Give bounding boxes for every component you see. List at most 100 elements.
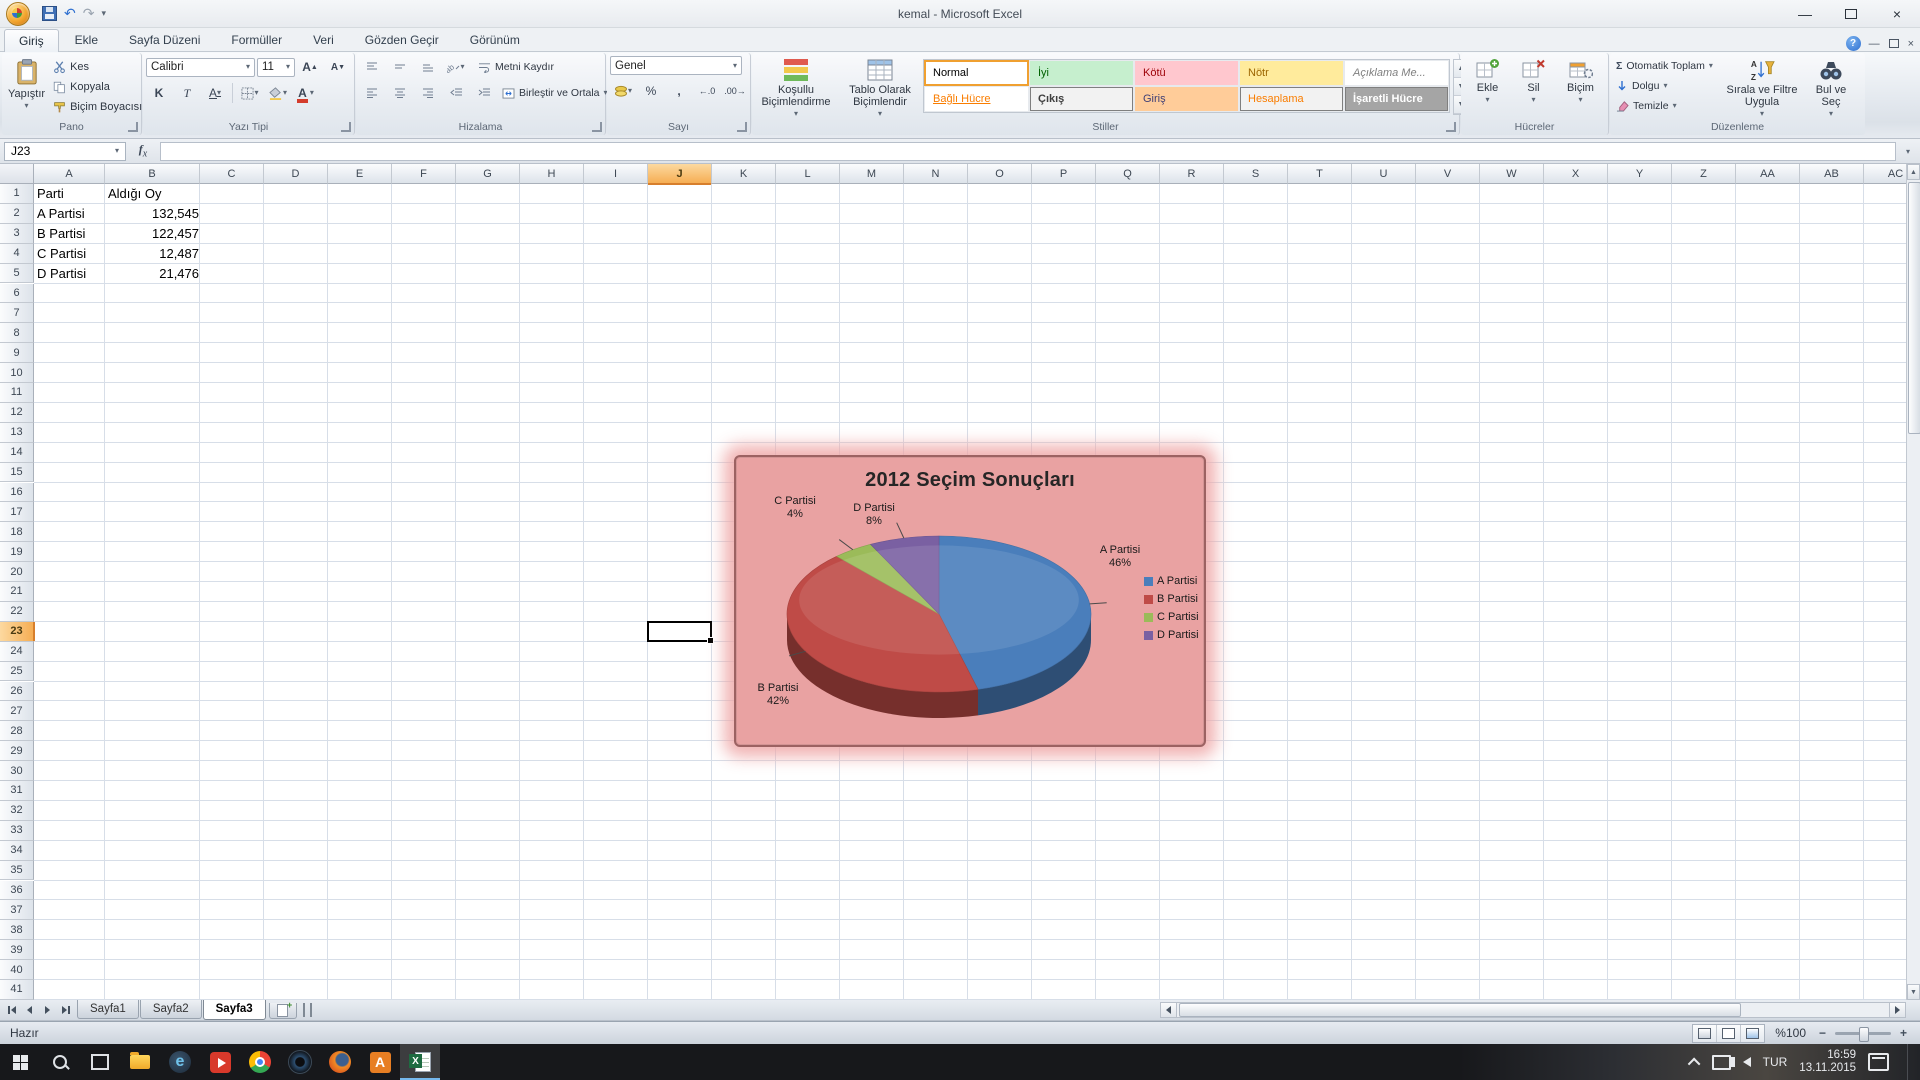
column-header-C[interactable]: C xyxy=(200,164,264,184)
column-header-Y[interactable]: Y xyxy=(1608,164,1672,184)
cell-style-item[interactable]: İyi xyxy=(1029,60,1134,86)
undo-icon[interactable]: ↶ xyxy=(64,5,76,22)
row-header-12[interactable]: 12 xyxy=(0,403,34,423)
font-color-button[interactable]: A▾ xyxy=(293,82,319,104)
row-header-11[interactable]: 11 xyxy=(0,383,34,403)
video-player-button[interactable] xyxy=(200,1044,240,1080)
clock[interactable]: 16:59 13.11.2015 xyxy=(1799,1049,1856,1075)
delete-cells-button[interactable]: Sil ▾ xyxy=(1513,56,1555,106)
row-header-10[interactable]: 10 xyxy=(0,363,34,383)
autosum-button[interactable]: Σ Otomatik Toplam ▾ xyxy=(1613,56,1721,76)
edge-button[interactable]: e xyxy=(160,1044,200,1080)
qat-customize-icon[interactable]: ▾ xyxy=(101,8,106,19)
column-header-X[interactable]: X xyxy=(1544,164,1608,184)
horizontal-scroll-thumb[interactable] xyxy=(1179,1003,1741,1017)
column-header-I[interactable]: I xyxy=(584,164,648,184)
orientation-button[interactable]: ab▾ xyxy=(443,56,469,78)
maximize-button[interactable] xyxy=(1828,0,1874,27)
conditional-formatting-button[interactable]: Koşullu Biçimlendirme ▾ xyxy=(755,56,837,120)
cell-A4[interactable]: C Partisi xyxy=(34,244,107,263)
zoom-track[interactable] xyxy=(1835,1032,1891,1035)
display-icon[interactable] xyxy=(1712,1055,1731,1070)
cell-A5[interactable]: D Partisi xyxy=(34,264,107,283)
ribbon-tab-sayfa-düzeni[interactable]: Sayfa Düzeni xyxy=(114,28,215,51)
italic-button[interactable]: T xyxy=(174,82,200,104)
column-header-D[interactable]: D xyxy=(264,164,328,184)
horizontal-scrollbar[interactable] xyxy=(1160,1002,1906,1018)
row-header-2[interactable]: 2 xyxy=(0,204,34,224)
align-left-button[interactable] xyxy=(359,82,385,104)
cell-style-item[interactable]: Normal xyxy=(924,60,1029,86)
column-header-B[interactable]: B xyxy=(105,164,200,184)
column-header-G[interactable]: G xyxy=(456,164,520,184)
cell-B1[interactable]: Aldığı Oy xyxy=(105,184,202,203)
row-header-37[interactable]: 37 xyxy=(0,900,34,920)
workbook-minimize-button[interactable]: — xyxy=(1869,38,1880,50)
row-header-35[interactable]: 35 xyxy=(0,861,34,881)
grow-font-button[interactable]: A▲ xyxy=(297,56,323,78)
row-header-5[interactable]: 5 xyxy=(0,264,34,284)
sort-filter-button[interactable]: A Z Sırala ve Filtre Uygula ▾ xyxy=(1723,56,1801,120)
align-center-button[interactable] xyxy=(387,82,413,104)
task-view-button[interactable] xyxy=(80,1044,120,1080)
next-sheet-button[interactable] xyxy=(39,1002,56,1018)
font-size-select[interactable]: 11 ▾ xyxy=(257,58,295,77)
last-sheet-button[interactable] xyxy=(57,1002,74,1018)
column-header-E[interactable]: E xyxy=(328,164,392,184)
previous-sheet-button[interactable] xyxy=(21,1002,38,1018)
ribbon-tab-veri[interactable]: Veri xyxy=(298,28,349,51)
row-header-1[interactable]: 1 xyxy=(0,184,34,204)
firefox-button[interactable] xyxy=(320,1044,360,1080)
row-header-6[interactable]: 6 xyxy=(0,284,34,304)
normal-view-button[interactable] xyxy=(1693,1025,1717,1042)
insert-function-button[interactable]: fx xyxy=(130,142,156,159)
align-middle-button[interactable] xyxy=(387,56,413,78)
dialog-launcher-icon[interactable] xyxy=(341,122,351,132)
dialog-launcher-icon[interactable] xyxy=(592,122,602,132)
grid-corner[interactable] xyxy=(0,164,34,184)
row-header-9[interactable]: 9 xyxy=(0,343,34,363)
row-header-15[interactable]: 15 xyxy=(0,463,34,483)
row-header-31[interactable]: 31 xyxy=(0,781,34,801)
first-sheet-button[interactable] xyxy=(3,1002,20,1018)
fill-button[interactable]: Dolgu ▾ xyxy=(1613,76,1721,96)
workbook-close-button[interactable]: × xyxy=(1908,38,1914,50)
volume-icon[interactable] xyxy=(1743,1057,1751,1067)
row-header-21[interactable]: 21 xyxy=(0,582,34,602)
ribbon-tab-görünüm[interactable]: Görünüm xyxy=(455,28,535,51)
ribbon-tab-gözden-geçir[interactable]: Gözden Geçir xyxy=(350,28,454,51)
clear-button[interactable]: Temizle ▾ xyxy=(1613,96,1721,116)
cell-style-item[interactable]: Giriş xyxy=(1134,86,1239,112)
tab-split-handle[interactable] xyxy=(303,1003,312,1017)
language-indicator[interactable]: TUR xyxy=(1763,1055,1788,1069)
zoom-out-icon[interactable]: − xyxy=(1816,1026,1829,1040)
merge-center-button[interactable]: Birleştir ve Ortala ▾ xyxy=(499,83,611,103)
cell-B5[interactable]: 21,476 xyxy=(105,264,202,283)
name-box[interactable]: J23 ▾ xyxy=(4,142,126,161)
column-header-T[interactable]: T xyxy=(1288,164,1352,184)
insert-worksheet-button[interactable] xyxy=(269,1003,297,1019)
accounting-format-button[interactable]: ▾ xyxy=(610,80,636,102)
bold-button[interactable]: K xyxy=(146,82,172,104)
column-header-U[interactable]: U xyxy=(1352,164,1416,184)
taskbar-search-button[interactable] xyxy=(40,1044,80,1080)
font-name-select[interactable]: Calibri ▾ xyxy=(146,58,255,77)
cell-B4[interactable]: 12,487 xyxy=(105,244,202,263)
tray-expand-icon[interactable] xyxy=(1687,1057,1700,1070)
a-app-button[interactable]: A xyxy=(360,1044,400,1080)
cell-A2[interactable]: A Partisi xyxy=(34,204,107,223)
zoom-slider[interactable]: − + xyxy=(1816,1026,1910,1040)
row-header-4[interactable]: 4 xyxy=(0,244,34,264)
sheet-tab-sayfa1[interactable]: Sayfa1 xyxy=(77,1000,139,1019)
decrease-decimal-button[interactable]: .00→ xyxy=(722,80,748,102)
formula-input[interactable] xyxy=(160,142,1896,161)
sheet-tab-sayfa2[interactable]: Sayfa2 xyxy=(140,1000,202,1019)
column-header-L[interactable]: L xyxy=(776,164,840,184)
shrink-font-button[interactable]: A▼ xyxy=(325,56,351,78)
comma-style-button[interactable]: , xyxy=(666,80,692,102)
start-button[interactable] xyxy=(0,1044,40,1080)
column-header-M[interactable]: M xyxy=(840,164,904,184)
vertical-scrollbar[interactable]: ▲ ▼ xyxy=(1906,164,1920,1000)
wrap-text-button[interactable]: Metni Kaydır xyxy=(475,57,557,77)
percent-style-button[interactable]: % xyxy=(638,80,664,102)
